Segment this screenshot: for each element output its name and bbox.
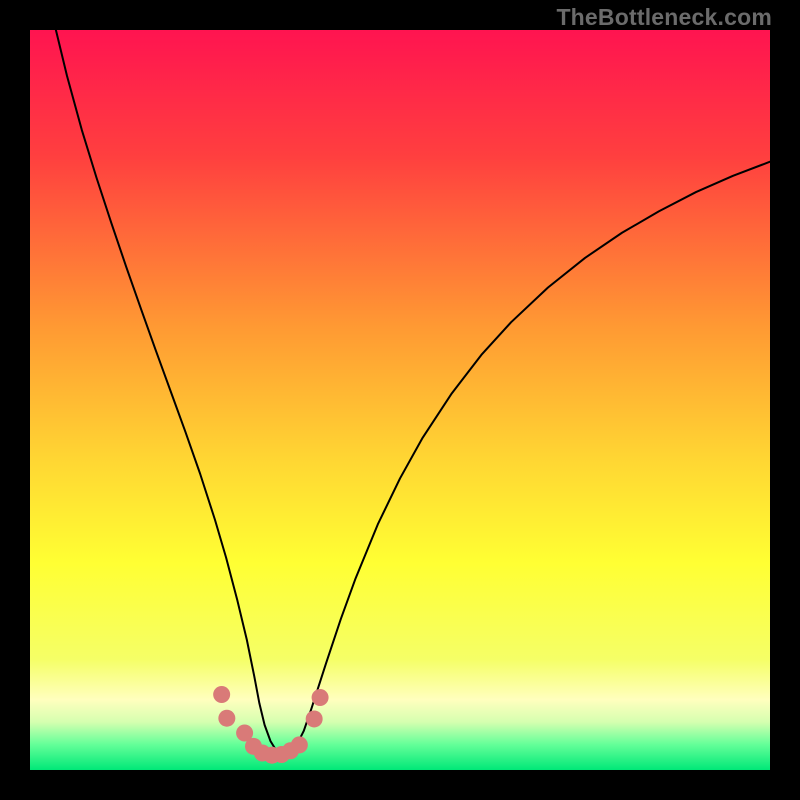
marker-dot bbox=[291, 736, 308, 753]
chart-plot-area bbox=[30, 30, 770, 770]
marker-dot bbox=[312, 689, 329, 706]
marker-dot bbox=[218, 710, 235, 727]
marker-dot bbox=[213, 686, 230, 703]
chart-background bbox=[30, 30, 770, 770]
watermark-text: TheBottleneck.com bbox=[556, 4, 772, 31]
chart-frame: TheBottleneck.com bbox=[0, 0, 800, 800]
marker-dot bbox=[306, 710, 323, 727]
chart-svg bbox=[30, 30, 770, 770]
